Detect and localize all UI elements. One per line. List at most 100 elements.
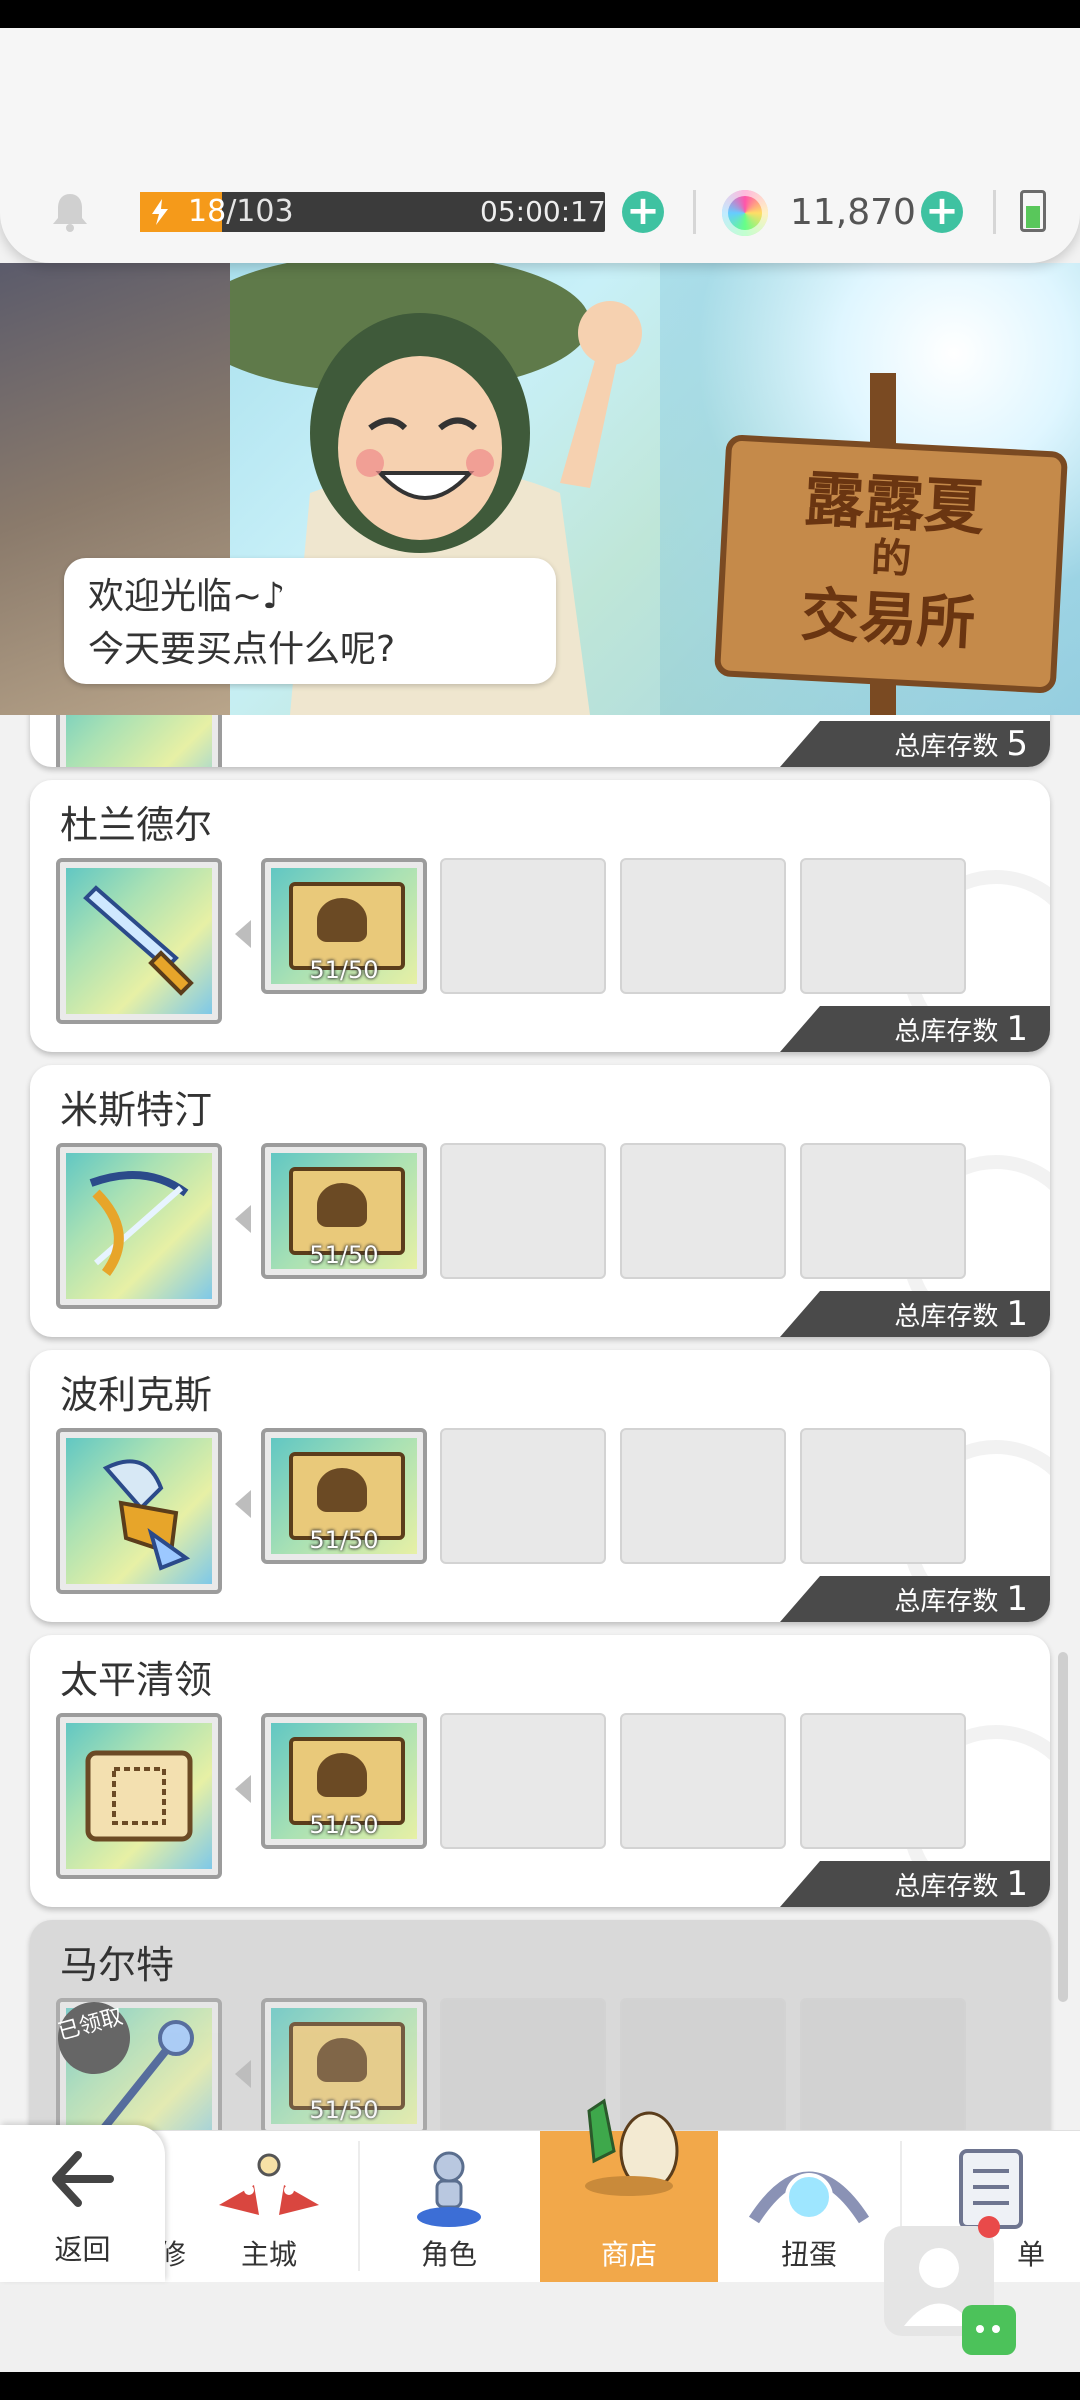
empty-slot [440,1143,606,1279]
empty-slot [620,1713,786,1849]
item-name: 马尔特 [60,1943,175,1987]
equipment-slot[interactable] [56,1713,222,1879]
add-energy-button[interactable]: + [622,191,664,233]
stock-label: 总库存数 [894,1587,999,1617]
material-count: 51/50 [309,2096,379,2124]
equipment-slot[interactable] [56,858,222,1024]
item-name: 米斯特汀 [60,1088,213,1132]
material-slot[interactable]: 51/50 [261,1428,427,1564]
material-slot[interactable]: 51/50 [261,1998,427,2130]
arrow-back-icon [52,2151,114,2207]
nav-label: 扭蛋 [780,2238,837,2271]
shop-sign: 露露夏 的 交易所 [713,434,1069,694]
energy-value: 18/103 [188,192,294,232]
empty-slot [620,858,786,994]
equipment-slot[interactable] [56,715,222,767]
add-gem-button[interactable]: + [921,191,963,233]
material-slot[interactable]: 51/50 [261,1143,427,1279]
empty-slot [440,1713,606,1849]
item-name: 太平清领 [60,1658,213,1702]
speech-line-1: 欢迎光临~♪ [88,576,286,617]
battery-fill [1026,206,1040,228]
stock-label: 总库存数 [894,732,999,762]
energy-max: /103 [226,194,294,229]
nav-main-city[interactable]: 主城 [180,2131,358,2283]
material-count: 51/50 [309,956,379,984]
stock-count: 1 [1006,1864,1028,1904]
trade-card[interactable]: 波利克斯 51/50 总库存数 1 [30,1350,1050,1622]
nav-label: 商店 [600,2238,657,2271]
chat-icon[interactable] [962,2305,1016,2355]
stock-count: 1 [1006,1579,1028,1619]
nav-label: 主城 [240,2238,297,2271]
bell-icon[interactable] [48,190,92,234]
bow-icon [66,1153,212,1299]
divider [993,190,996,234]
arrow-left-icon [235,920,251,948]
material-count: 51/50 [309,1241,379,1269]
gauntlet-icon [66,1438,212,1584]
stock-bar: 总库存数 1 [780,1291,1050,1337]
sign-title-line3: 交易所 [799,580,977,658]
stock-label: 总库存数 [894,1302,999,1332]
heart-icon [317,1753,367,1797]
tome-icon [66,1723,212,1869]
item-name: 杜兰德尔 [60,803,213,847]
energy-timer: 05:00:17 [480,195,606,228]
heart-icon [317,2038,367,2082]
empty-slot [800,858,966,994]
stock-bar: 总库存数 1 [780,1861,1050,1907]
nav-label: 角色 [420,2238,477,2271]
arrow-left-icon [235,1775,251,1803]
divider [693,190,696,234]
gem-icon [722,190,768,236]
energy-current: 18 [188,194,227,229]
empty-slot [440,1428,606,1564]
nav-shop[interactable]: 商店 [540,2098,718,2283]
empty-slot [800,1143,966,1279]
empty-slot [440,858,606,994]
trade-card[interactable]: 米斯特汀 51/50 总库存数 1 [30,1065,1050,1337]
heart-icon [317,898,367,942]
material-count: 51/50 [309,1526,379,1554]
equipment-slot[interactable] [56,1143,222,1309]
trade-card-claimed[interactable]: 马尔特 已领取 51/50 [30,1920,1050,2130]
stock-bar: 总库存数 5 [780,721,1050,767]
material-slot[interactable]: 51/50 [261,858,427,994]
stock-bar: 总库存数 1 [780,1006,1050,1052]
stock-count: 1 [1006,1294,1028,1334]
empty-slot [620,1428,786,1564]
bottom-strip [0,2372,1080,2400]
shop-icon [585,2098,679,2196]
character-icon [417,2151,481,2227]
arrow-left-icon [235,1205,251,1233]
empty-slot [800,1713,966,1849]
main-city-icon [219,2153,319,2215]
item-name: 波利克斯 [60,1373,213,1417]
notification-dot [978,2216,1000,2238]
stock-label: 总库存数 [894,1017,999,1047]
trade-list[interactable]: 总库存数 5 杜兰德尔 51/50 总库存数 1 米斯特汀 51/50 总库存数… [0,715,1080,2130]
heart-icon [317,1183,367,1227]
trade-card-partial: 总库存数 5 [30,715,1050,767]
scrollbar[interactable] [1058,1652,1068,2002]
trade-card[interactable]: 太平清领 51/50 总库存数 1 [30,1635,1050,1907]
back-label: 返回 [54,2233,111,2266]
trade-card[interactable]: 杜兰德尔 51/50 总库存数 1 [30,780,1050,1052]
arrow-left-icon [235,2060,251,2088]
material-slot[interactable]: 51/50 [261,1713,427,1849]
nav-characters[interactable]: 角色 [360,2131,538,2283]
heart-icon [317,1468,367,1512]
empty-slot [800,1998,966,2130]
speech-bubble: 欢迎光临~♪ 今天要买点什么呢? [64,558,556,684]
back-button[interactable]: 返回 [0,2125,165,2282]
stock-bar: 总库存数 1 [780,1576,1050,1622]
equipment-slot[interactable] [56,1428,222,1594]
speech-line-2: 今天要买点什么呢? [88,629,396,670]
arrow-left-icon [235,1490,251,1518]
stock-count: 5 [1006,724,1028,764]
stock-label: 总库存数 [894,1872,999,1902]
sword-icon [66,868,212,1014]
nav-gacha[interactable]: 扭蛋 [720,2131,898,2283]
empty-slot [800,1428,966,1564]
